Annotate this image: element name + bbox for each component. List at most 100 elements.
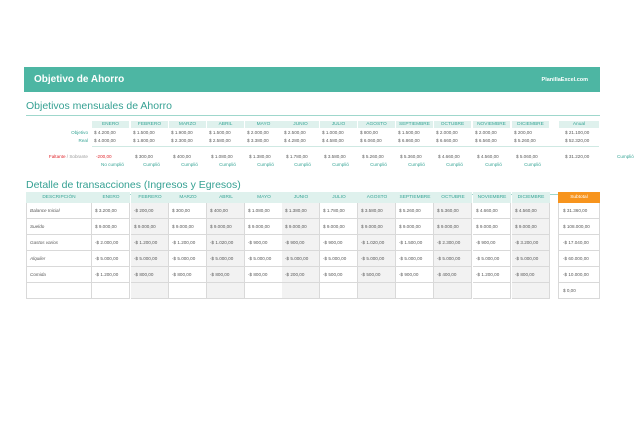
- amount-cell[interactable]: -$ 800,00: [131, 267, 169, 283]
- amount-cell[interactable]: -$ 1.500,00: [396, 235, 434, 251]
- objective-cell: $ 1.500,00: [398, 130, 420, 135]
- amount-cell[interactable]: [320, 283, 358, 299]
- real-cell: $ 6.060,00: [360, 138, 382, 143]
- amount-cell[interactable]: -$ 5.000,00: [245, 251, 283, 267]
- amount-cell[interactable]: -$ 900,00: [245, 235, 283, 251]
- real-cell: $ 1.800,00: [133, 138, 155, 143]
- amount-cell[interactable]: -$ 1.200,00: [131, 235, 169, 251]
- amount-cell[interactable]: -$ 800,00: [512, 267, 550, 283]
- amount-cell[interactable]: $ 3.200,00: [92, 203, 130, 219]
- description-cell[interactable]: Sueldo: [26, 219, 92, 235]
- amount-cell[interactable]: [473, 283, 511, 299]
- description-cell[interactable]: Gastos varios: [26, 235, 92, 251]
- amount-cell[interactable]: -$ 5.000,00: [512, 251, 550, 267]
- amount-cell[interactable]: -$ 900,00: [473, 235, 511, 251]
- amount-cell[interactable]: $ 9.000,00: [434, 219, 472, 235]
- amount-cell[interactable]: -$ 1.200,00: [92, 267, 130, 283]
- real-cell: $ 2.580,00: [209, 138, 231, 143]
- header-banner: Objetivo de Ahorro PlanillaExcel.com: [24, 67, 600, 92]
- amount-cell[interactable]: $ 1.380,00: [282, 203, 320, 219]
- objective-cell: $ 1.500,00: [133, 130, 155, 135]
- description-cell[interactable]: Balance Inicial: [26, 203, 92, 219]
- subtotal-header: Subtotal: [558, 192, 600, 203]
- amount-cell[interactable]: $ 300,00: [169, 203, 207, 219]
- amount-cell[interactable]: $ 1.780,00: [320, 203, 358, 219]
- amount-cell[interactable]: -$ 1.020,00: [358, 235, 396, 251]
- amount-cell[interactable]: -$ 200,00: [282, 267, 320, 283]
- amount-cell[interactable]: $ 9.000,00: [320, 219, 358, 235]
- amount-cell[interactable]: -$ 2.000,00: [92, 235, 130, 251]
- objective-cell: $ 1.500,00: [209, 130, 231, 135]
- amount-cell[interactable]: -$ 400,00: [434, 267, 472, 283]
- amount-cell[interactable]: $ 9.000,00: [245, 219, 283, 235]
- amount-cell[interactable]: [131, 283, 169, 299]
- amount-cell[interactable]: -$ 1.020,00: [207, 235, 245, 251]
- amount-cell[interactable]: -$ 5.000,00: [131, 251, 169, 267]
- amount-cell[interactable]: [396, 283, 434, 299]
- amount-cell[interactable]: -$ 5.000,00: [434, 251, 472, 267]
- month-header: AGOSTO: [358, 121, 395, 128]
- amount-cell[interactable]: -$ 800,00: [207, 267, 245, 283]
- amount-cell[interactable]: -$ 5.000,00: [207, 251, 245, 267]
- objective-cell: $ 4.200,00: [94, 130, 116, 135]
- amount-cell[interactable]: -$ 5.000,00: [92, 251, 130, 267]
- amount-cell[interactable]: [207, 283, 245, 299]
- amount-cell[interactable]: $ 9.000,00: [396, 219, 434, 235]
- amount-cell[interactable]: -$ 1.200,00: [169, 235, 207, 251]
- faltante-label: Faltante / Sobrante: [22, 153, 88, 160]
- subtotal-cell: -$ 60.000,00: [558, 251, 600, 267]
- amount-cell[interactable]: -$ 200,00: [131, 203, 169, 219]
- amount-cell[interactable]: $ 3.580,00: [358, 203, 396, 219]
- amount-cell[interactable]: [512, 283, 550, 299]
- amount-cell[interactable]: [92, 283, 130, 299]
- month-header: NOVIEMBRE: [473, 121, 510, 128]
- amount-cell[interactable]: $ 4.560,00: [512, 203, 550, 219]
- amount-cell[interactable]: -$ 1.200,00: [473, 267, 511, 283]
- amount-cell[interactable]: $ 9.000,00: [473, 219, 511, 235]
- amount-cell[interactable]: -$ 5.000,00: [358, 251, 396, 267]
- faltante-cell: $ 1.380,00: [249, 154, 271, 159]
- amount-cell[interactable]: $ 9.000,00: [512, 219, 550, 235]
- amount-cell[interactable]: -$ 900,00: [396, 267, 434, 283]
- amount-cell[interactable]: $ 9.000,00: [92, 219, 130, 235]
- amount-cell[interactable]: $ 5.260,00: [396, 203, 434, 219]
- brand-link[interactable]: PlanillaExcel.com: [542, 77, 588, 83]
- amount-cell[interactable]: [169, 283, 207, 299]
- amount-cell[interactable]: $ 9.000,00: [358, 219, 396, 235]
- amount-cell[interactable]: $ 400,00: [207, 203, 245, 219]
- status-cell: Cumplió: [408, 162, 425, 167]
- month-header: DICIEMBRE: [512, 192, 550, 203]
- description-cell[interactable]: Alquiler: [26, 251, 92, 267]
- amount-cell[interactable]: -$ 5.000,00: [320, 251, 358, 267]
- description-cell[interactable]: [26, 283, 92, 299]
- amount-cell[interactable]: -$ 5.000,00: [169, 251, 207, 267]
- amount-cell[interactable]: $ 9.000,00: [169, 219, 207, 235]
- description-cell[interactable]: Comida: [26, 267, 92, 283]
- amount-cell[interactable]: -$ 5.000,00: [282, 251, 320, 267]
- amount-cell[interactable]: -$ 3.200,00: [512, 235, 550, 251]
- amount-cell[interactable]: -$ 800,00: [169, 267, 207, 283]
- amount-cell[interactable]: -$ 500,00: [320, 267, 358, 283]
- amount-cell[interactable]: [358, 283, 396, 299]
- amount-cell[interactable]: [434, 283, 472, 299]
- subtotal-cell: -$ 10.000,00: [558, 267, 600, 283]
- amount-cell[interactable]: $ 4.660,00: [473, 203, 511, 219]
- amount-cell[interactable]: -$ 5.000,00: [396, 251, 434, 267]
- amount-cell[interactable]: $ 9.000,00: [207, 219, 245, 235]
- amount-cell[interactable]: -$ 900,00: [320, 235, 358, 251]
- amount-cell[interactable]: -$ 2.300,00: [434, 235, 472, 251]
- amount-cell[interactable]: $ 5.360,00: [434, 203, 472, 219]
- amount-cell[interactable]: -$ 900,00: [282, 235, 320, 251]
- faltante-cell: $ 400,00: [173, 154, 191, 159]
- amount-cell[interactable]: $ 9.000,00: [131, 219, 169, 235]
- status-cell: Cumplió: [524, 162, 541, 167]
- amount-cell[interactable]: -$ 5.000,00: [473, 251, 511, 267]
- annual-header: Anual: [559, 121, 599, 128]
- amount-cell[interactable]: -$ 800,00: [245, 267, 283, 283]
- faltante-cell: -200,00: [96, 154, 112, 159]
- amount-cell[interactable]: -$ 500,00: [358, 267, 396, 283]
- amount-cell[interactable]: [282, 283, 320, 299]
- amount-cell[interactable]: $ 9.000,00: [282, 219, 320, 235]
- amount-cell[interactable]: [245, 283, 283, 299]
- amount-cell[interactable]: $ 1.080,00: [245, 203, 283, 219]
